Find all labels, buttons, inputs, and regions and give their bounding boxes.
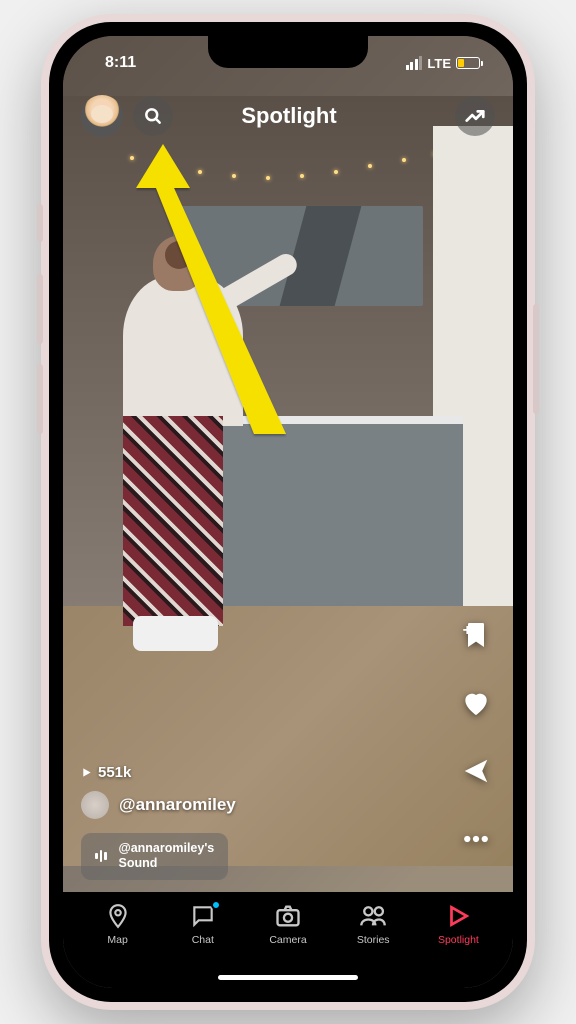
- more-button[interactable]: [457, 820, 495, 858]
- share-icon: [461, 756, 491, 786]
- profile-avatar-button[interactable]: [81, 95, 123, 137]
- sound-wave-icon: [95, 850, 107, 862]
- phone-volume-up: [37, 274, 43, 344]
- header: Spotlight: [63, 88, 513, 144]
- stories-icon: [359, 902, 387, 930]
- sound-label: @annaromiley's Sound: [119, 841, 215, 872]
- page-title: Spotlight: [123, 103, 455, 129]
- creator-row[interactable]: @annaromiley: [81, 791, 236, 819]
- phone-frame: 8:11 LTE Spotlight: [41, 14, 535, 1010]
- sound-chip[interactable]: @annaromiley's Sound: [81, 833, 228, 880]
- map-pin-icon: [105, 903, 131, 929]
- creator-handle: @annaromiley: [119, 795, 236, 815]
- play-icon: [81, 767, 92, 778]
- status-time: 8:11: [105, 54, 136, 72]
- more-icon: [461, 824, 491, 854]
- nav-chat[interactable]: Chat: [160, 902, 245, 946]
- nav-stories[interactable]: Stories: [331, 902, 416, 946]
- notch: [208, 36, 368, 68]
- phone-volume-down: [37, 364, 43, 434]
- nav-spotlight[interactable]: Spotlight: [416, 902, 501, 946]
- like-button[interactable]: [457, 684, 495, 722]
- share-button[interactable]: [457, 752, 495, 790]
- signal-icon: [406, 56, 423, 70]
- bookmark-add-icon: +: [460, 619, 492, 651]
- svg-text:+: +: [463, 622, 472, 639]
- phone-power-button: [533, 304, 539, 414]
- spotlight-icon: [445, 903, 471, 929]
- nav-map[interactable]: Map: [75, 902, 160, 946]
- action-rail: +: [457, 616, 495, 858]
- phone-side-button: [37, 204, 43, 242]
- network-label: LTE: [427, 56, 451, 71]
- camera-icon: [274, 902, 302, 930]
- trending-up-icon: [464, 105, 486, 127]
- screen: 8:11 LTE Spotlight: [63, 36, 513, 988]
- home-indicator[interactable]: [218, 975, 358, 980]
- nav-camera[interactable]: Camera: [245, 902, 330, 946]
- video-info: 551k @annaromiley @annaromiley's Sound: [81, 764, 236, 880]
- heart-icon: [460, 687, 492, 719]
- creator-avatar: [81, 791, 109, 819]
- bottom-nav: Map Chat Camera: [63, 892, 513, 988]
- battery-icon: [456, 57, 483, 69]
- chat-badge: [211, 900, 221, 910]
- bookmark-button[interactable]: +: [457, 616, 495, 654]
- play-count: 551k: [81, 764, 236, 781]
- trending-button[interactable]: [455, 96, 495, 136]
